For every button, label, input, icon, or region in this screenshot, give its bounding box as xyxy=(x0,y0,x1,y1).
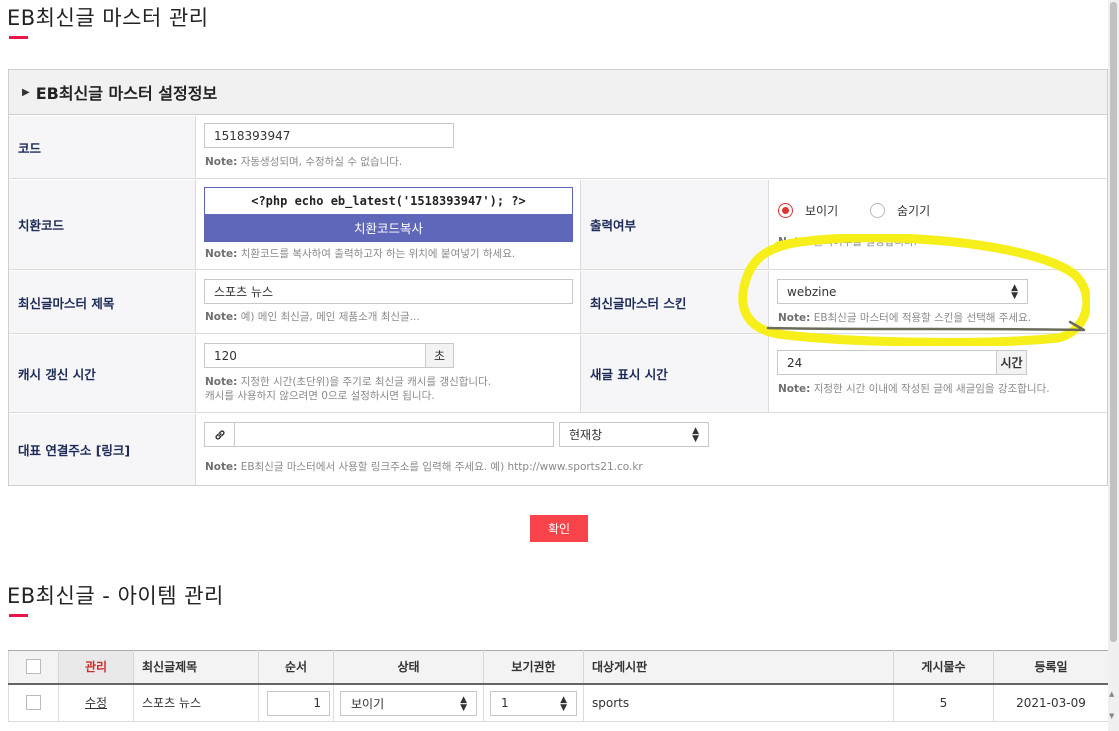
row-permission-select[interactable]: 1 ▲ ▼ xyxy=(490,690,577,716)
new-post-cell: 24 시간 Note: 지정한 시간 이내에 작성된 글에 새글임을 강조합니다… xyxy=(769,335,1107,412)
items-title-accent-bar xyxy=(9,614,28,617)
header-title: 최신글제목 xyxy=(133,650,259,685)
master-skin-value: webzine xyxy=(787,284,837,299)
master-skin-select[interactable]: webzine ▲ ▼ xyxy=(777,279,1028,304)
master-skin-label: 최신글마스터 스킨 xyxy=(581,271,769,333)
radio-selected-icon[interactable] xyxy=(778,203,793,218)
row-board: sports xyxy=(583,683,894,722)
items-header-row: 관리 최신글제목 순서 상태 보기권한 대상게시판 게시물수 등록일 xyxy=(8,650,1109,685)
settings-panel-header: ▶ EB최신글 마스터 설정정보 xyxy=(9,70,1107,115)
row-order-cell: 1 xyxy=(258,683,334,722)
new-post-label: 새글 표시 시간 xyxy=(581,335,769,412)
new-post-note: Note: 지정한 시간 이내에 작성된 글에 새글임을 강조합니다. xyxy=(778,383,1050,395)
row-checkbox[interactable] xyxy=(26,695,41,711)
replace-code-note: Note: 치환코드를 복사하여 출력하고자 하는 위치에 붙여넣기 하세요. xyxy=(205,248,516,260)
code-note: Note: 자동생성되며, 수정하실 수 없습니다. xyxy=(205,156,403,168)
row-link: 대표 연결주소 [링크] 현재창 ▲ ▼ Note: EB최신글 마스터에서 사용… xyxy=(9,414,1107,485)
row-status-select[interactable]: 보이기 ▲ ▼ xyxy=(340,690,477,716)
header-board: 대상게시판 xyxy=(583,650,894,685)
header-date: 등록일 xyxy=(993,650,1109,685)
replace-code-text[interactable]: <?php echo eb_latest('1518393947'); ?> xyxy=(205,188,572,214)
cache-note: Note: 지정한 시간(초단위)을 주기로 최신글 캐시를 갱신합니다. 캐시를… xyxy=(205,376,492,402)
row-title: 스포츠 뉴스 xyxy=(133,683,259,722)
settings-panel-title: EB최신글 마스터 설정정보 xyxy=(35,84,218,103)
row-master-title: 최신글마스터 제목 스포츠 뉴스 Note: 예) 메인 최신글, 메인 제품소… xyxy=(9,271,1107,334)
code-label: 코드 xyxy=(9,116,196,178)
scroll-down-icon[interactable]: ▼ xyxy=(1109,712,1114,720)
select-arrows-icon: ▲ ▼ xyxy=(1011,283,1018,301)
row-cache: 캐시 갱신 시간 120 초 Note: 지정한 시간(초단위)을 주기로 최신… xyxy=(9,335,1107,413)
header-count: 게시물수 xyxy=(893,650,994,685)
master-skin-note: Note: EB최신글 마스터에 적용할 스킨을 선택해 주세요. xyxy=(778,312,1032,324)
select-arrows-icon: ▲ ▼ xyxy=(560,694,567,713)
master-title-note: Note: 예) 메인 최신글, 메인 제품소개 최신글... xyxy=(205,311,420,323)
master-title-input[interactable]: 스포츠 뉴스 xyxy=(204,279,573,304)
output-note: Note: 출력여부를 결정합니다. xyxy=(778,236,917,248)
output-label: 출력여부 xyxy=(581,180,769,269)
link-cell: 현재창 ▲ ▼ Note: EB최신글 마스터에서 사용할 링크주소를 입력해 주… xyxy=(196,414,1107,485)
link-icon xyxy=(204,422,235,447)
cache-label: 캐시 갱신 시간 xyxy=(9,335,196,412)
select-arrows-icon: ▲ ▼ xyxy=(692,426,699,444)
new-post-unit: 시간 xyxy=(996,350,1027,375)
master-title-cell: 스포츠 뉴스 Note: 예) 메인 최신글, 메인 제품소개 최신글... xyxy=(196,271,581,333)
header-permission: 보기권한 xyxy=(483,650,584,685)
radio-unselected-icon[interactable] xyxy=(870,203,885,218)
output-cell: 보이기 숨기기 Note: 출력여부를 결정합니다. xyxy=(769,180,1107,269)
row-replace-code: 치환코드 <?php echo eb_latest('1518393947');… xyxy=(9,180,1107,270)
copy-code-button[interactable]: 치환코드복사 xyxy=(205,214,572,241)
row-status-value: 보이기 xyxy=(351,696,385,711)
output-option-show: 보이기 xyxy=(805,204,839,218)
table-row: 수정 스포츠 뉴스 1 보이기 ▲ ▼ 1 ▲ ▼ sports 5 2021-03… xyxy=(8,683,1109,722)
select-arrows-icon: ▲ ▼ xyxy=(460,694,467,713)
row-count: 5 xyxy=(893,683,994,722)
scroll-up-icon[interactable]: ▲ xyxy=(1109,690,1114,698)
output-option-hide: 숨기기 xyxy=(897,204,931,218)
link-label: 대표 연결주소 [링크] xyxy=(9,414,196,485)
caret-right-icon: ▶ xyxy=(22,86,30,98)
header-select-all[interactable] xyxy=(8,650,59,685)
page-title: EB최신글 마스터 관리 xyxy=(7,6,209,30)
row-code: 코드 1518393947 Note: 자동생성되며, 수정하실 수 없습니다. xyxy=(9,116,1107,179)
row-select-cell[interactable] xyxy=(8,683,59,722)
header-manage: 관리 xyxy=(58,650,134,685)
select-all-checkbox[interactable] xyxy=(26,659,41,675)
items-table: 관리 최신글제목 순서 상태 보기권한 대상게시판 게시물수 등록일 수정 스포… xyxy=(8,650,1109,722)
replace-code-label: 치환코드 xyxy=(9,180,196,269)
confirm-button[interactable]: 확인 xyxy=(530,515,588,542)
master-title-label: 최신글마스터 제목 xyxy=(9,271,196,333)
items-section-title: EB최신글 - 아이템 관리 xyxy=(7,584,224,608)
link-target-value: 현재창 xyxy=(569,428,603,442)
vertical-scrollbar[interactable]: ▲ ▼ xyxy=(1108,0,1119,731)
header-status: 상태 xyxy=(333,650,484,685)
code-cell: 1518393947 Note: 자동생성되며, 수정하실 수 없습니다. xyxy=(196,116,1107,178)
header-order: 순서 xyxy=(258,650,334,685)
cache-input[interactable]: 120 xyxy=(204,343,426,368)
row-permission-cell: 1 ▲ ▼ xyxy=(483,683,584,722)
row-permission-value: 1 xyxy=(501,696,509,710)
title-accent-bar xyxy=(9,36,28,39)
output-radio-hide[interactable]: 숨기기 xyxy=(870,202,930,219)
link-target-select[interactable]: 현재창 ▲ ▼ xyxy=(559,422,709,447)
settings-panel: ▶ EB최신글 마스터 설정정보 코드 1518393947 Note: 자동생… xyxy=(8,69,1108,486)
link-note: Note: EB최신글 마스터에서 사용할 링크주소를 입력해 주세요. 예) … xyxy=(205,461,643,473)
row-status-cell: 보이기 ▲ ▼ xyxy=(333,683,484,722)
link-input[interactable] xyxy=(234,422,554,447)
code-input[interactable]: 1518393947 xyxy=(204,123,454,148)
new-post-input[interactable]: 24 xyxy=(777,350,997,375)
replace-code-cell: <?php echo eb_latest('1518393947'); ?> 치… xyxy=(196,180,581,269)
scrollbar-thumb[interactable] xyxy=(1110,2,1117,642)
cache-unit: 초 xyxy=(425,343,454,368)
cache-cell: 120 초 Note: 지정한 시간(초단위)을 주기로 최신글 캐시를 갱신합… xyxy=(196,335,581,412)
output-radio-show[interactable]: 보이기 xyxy=(778,202,838,219)
row-order-input[interactable]: 1 xyxy=(267,690,330,716)
replace-code-box: <?php echo eb_latest('1518393947'); ?> 치… xyxy=(204,187,573,242)
row-date: 2021-03-09 xyxy=(993,683,1109,722)
master-skin-cell: webzine ▲ ▼ Note: EB최신글 마스터에 적용할 스킨을 선택해 … xyxy=(769,271,1107,333)
row-edit-link[interactable]: 수정 xyxy=(58,683,134,722)
